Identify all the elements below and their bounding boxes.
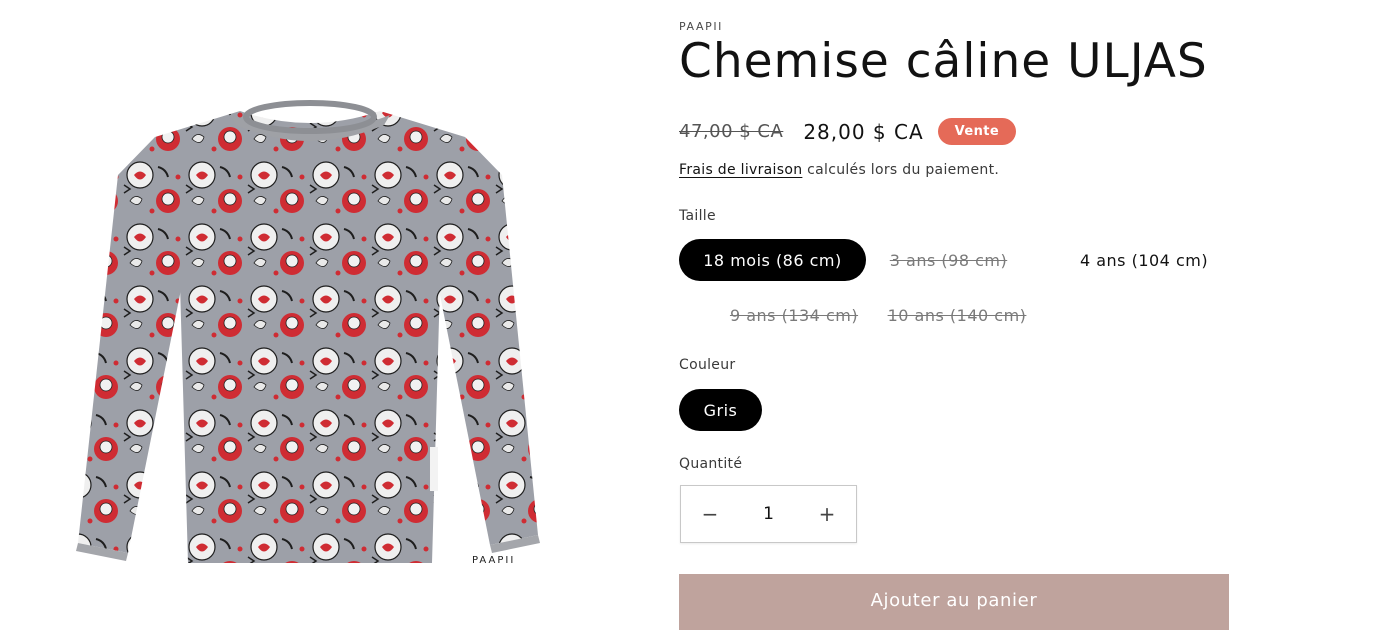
sale-price: 28,00 $ CA: [803, 119, 924, 144]
shipping-note-text: calculés lors du paiement.: [802, 162, 1000, 178]
shipping-note: Frais de livraison calculés lors du paie…: [679, 162, 999, 178]
color-label: Couleur: [679, 357, 736, 373]
size-option-4-ans[interactable]: 4 ans (104 cm): [1066, 239, 1222, 281]
size-option-10-ans[interactable]: 10 ans (140 cm): [871, 294, 1043, 336]
size-option-3-ans[interactable]: 3 ans (98 cm): [875, 239, 1022, 281]
quantity-increase-button[interactable]: +: [798, 486, 856, 542]
size-option-18-mois[interactable]: 18 mois (86 cm): [679, 239, 866, 281]
quantity-stepper: − 1 +: [680, 485, 857, 543]
quantity-input[interactable]: 1: [739, 504, 798, 524]
color-option-gris[interactable]: Gris: [679, 389, 762, 431]
product-title: Chemise câline ULJAS: [679, 34, 1208, 89]
product-image[interactable]: PAAPII: [60, 95, 560, 585]
price-row: 47,00 $ CA 28,00 $ CA Vente: [679, 118, 1017, 145]
shipping-policy-link[interactable]: Frais de livraison: [679, 162, 802, 178]
sale-badge: Vente: [937, 118, 1017, 145]
quantity-label: Quantité: [679, 456, 743, 472]
plus-icon: +: [818, 502, 836, 526]
size-label: Taille: [679, 208, 716, 224]
shirt-illustration: PAAPII: [76, 100, 540, 566]
minus-icon: −: [701, 502, 719, 526]
product-vendor: PAAPII: [679, 20, 724, 33]
add-to-cart-button[interactable]: Ajouter au panier: [679, 574, 1229, 630]
regular-price: 47,00 $ CA: [679, 121, 784, 142]
quantity-decrease-button[interactable]: −: [681, 486, 739, 542]
brand-mark: PAAPII: [472, 555, 515, 566]
